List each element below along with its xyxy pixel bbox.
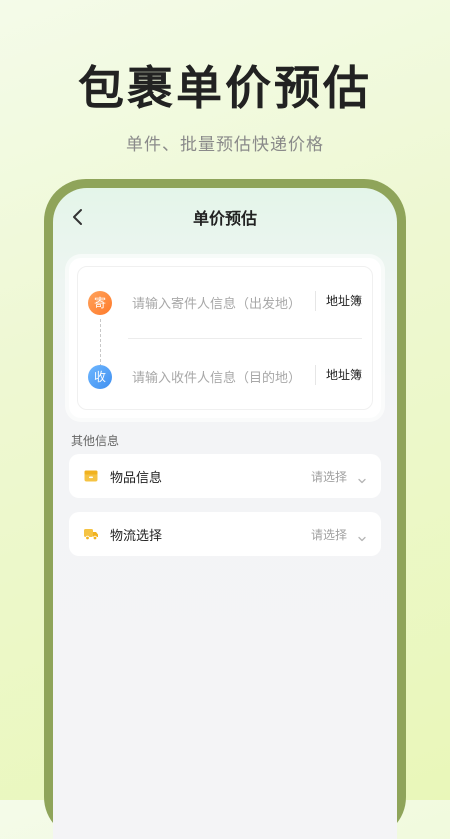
sender-address-book-button[interactable]: 地址簿 — [314, 291, 362, 311]
logistics-selector[interactable]: 物流选择 请选择 — [69, 512, 381, 556]
logistics-label: 物流选择 — [110, 529, 163, 544]
app-screen: 单价预估 寄 请输入寄件人信息（出发地） 地址簿 收 请输入收件人信息（目的地）… — [53, 188, 397, 839]
nav-bar: 单价预估 — [53, 188, 397, 246]
receiver-row[interactable]: 收 请输入收件人信息（目的地） 地址簿 — [78, 347, 372, 407]
goods-info-label: 物品信息 — [110, 471, 163, 486]
phone-frame: 单价预估 寄 请输入寄件人信息（出发地） 地址簿 收 请输入收件人信息（目的地）… — [44, 179, 406, 839]
goods-info-selector[interactable]: 物品信息 请选择 — [69, 454, 381, 498]
logistics-value: 请选择 — [310, 528, 347, 542]
hero-subtitle: 单件、批量预估快递价格 — [126, 135, 324, 155]
sender-input[interactable]: 请输入寄件人信息（出发地） — [132, 293, 301, 312]
chevron-down-icon — [357, 529, 367, 542]
page-title: 单价预估 — [192, 209, 257, 228]
box-icon — [83, 468, 99, 484]
receiver-address-book-button[interactable]: 地址簿 — [314, 365, 362, 385]
sender-badge: 寄 — [88, 291, 112, 315]
receiver-badge: 收 — [88, 365, 112, 389]
hero-title: 包裹单价预估 — [78, 61, 372, 115]
goods-info-value: 请选择 — [310, 470, 347, 484]
chevron-down-icon — [357, 471, 367, 484]
address-divider — [128, 338, 362, 339]
address-card: 寄 请输入寄件人信息（出发地） 地址簿 收 请输入收件人信息（目的地） 地址簿 — [69, 258, 381, 418]
other-info-label: 其他信息 — [71, 434, 120, 448]
receiver-input[interactable]: 请输入收件人信息（目的地） — [132, 367, 301, 386]
truck-icon — [83, 526, 99, 542]
sender-row[interactable]: 寄 请输入寄件人信息（出发地） 地址簿 — [78, 273, 372, 333]
address-panel: 寄 请输入寄件人信息（出发地） 地址簿 收 请输入收件人信息（目的地） 地址簿 — [77, 266, 373, 410]
